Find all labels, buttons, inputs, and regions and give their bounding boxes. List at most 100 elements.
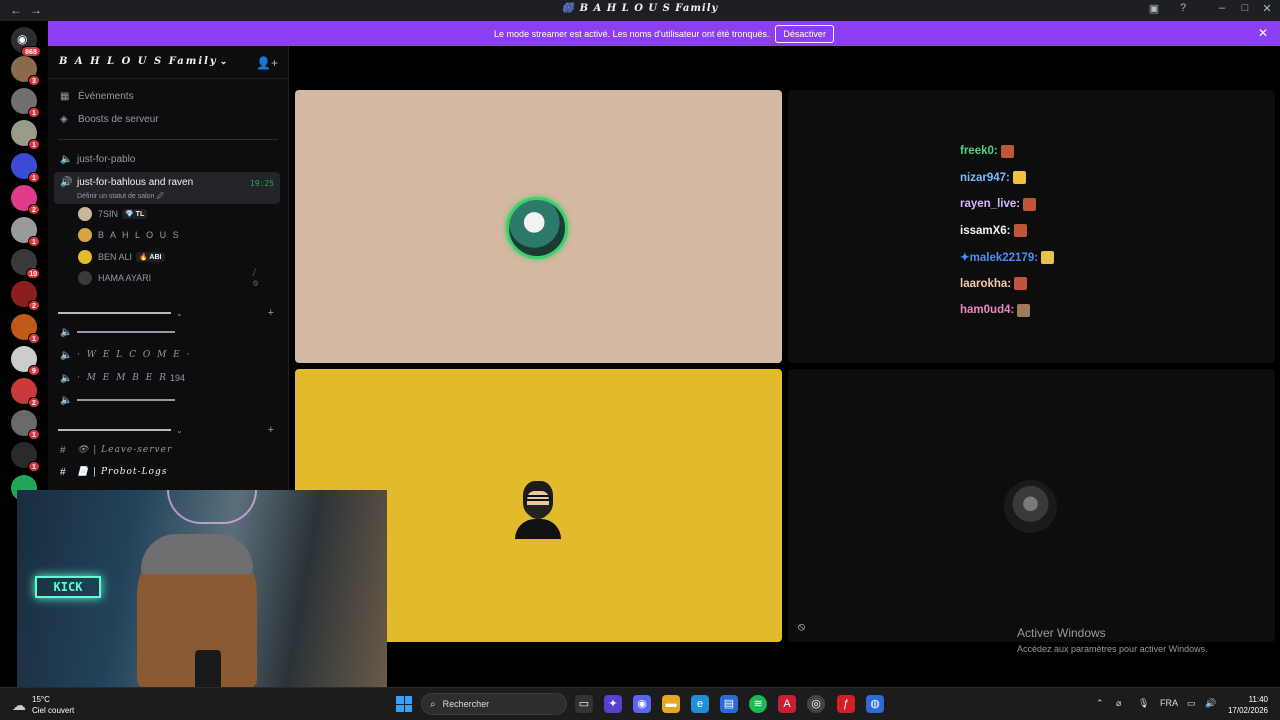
- events-label: Événements: [78, 91, 134, 102]
- server-icon[interactable]: 1: [11, 120, 40, 151]
- obs-icon[interactable]: ◎: [807, 695, 825, 713]
- chat-username: nizar947:: [960, 171, 1010, 184]
- app-blue-icon[interactable]: ◍: [866, 695, 884, 713]
- clock[interactable]: 11:40 17/02/2026: [1228, 694, 1268, 716]
- speaker-icon: 🔈: [60, 394, 73, 406]
- server-icon[interactable]: 1: [11, 217, 40, 247]
- task-view-icon[interactable]: ▭: [575, 695, 593, 713]
- chevron-down-icon: ⌄: [176, 425, 183, 435]
- voice-user-hama-ayari[interactable]: HAMA AYARI ⧸ ⦸: [78, 268, 258, 287]
- voice-channel-active[interactable]: 🔊 just-for-bahlous and raven Définir un …: [54, 172, 280, 204]
- add-channel-icon[interactable]: +: [268, 424, 274, 436]
- participant-tile-1[interactable]: [295, 90, 782, 363]
- chevron-down-icon: ⌄: [176, 308, 183, 318]
- server-name-header[interactable]: B A H L O U S Family ⌄: [59, 56, 227, 67]
- voice-channel-member[interactable]: 🔈 · M E M B E R 194: [54, 368, 280, 388]
- chat-line: ✦malek22179:: [960, 244, 1055, 271]
- network-off-icon[interactable]: ⌀: [1116, 698, 1121, 709]
- server-icon[interactable]: 1: [11, 442, 40, 473]
- server-icon[interactable]: 2: [11, 378, 40, 408]
- maximize-button[interactable]: □: [1237, 2, 1253, 14]
- server-icon[interactable]: 1: [11, 88, 40, 119]
- user-name: B A H L O U S: [98, 230, 181, 240]
- category-bar: [58, 312, 171, 314]
- disable-streamer-mode-button[interactable]: Désactiver: [775, 24, 834, 43]
- voice-user-7sin[interactable]: 7SIN 💎 TL: [78, 205, 148, 223]
- server-icon[interactable]: 2: [11, 184, 40, 215]
- channel-status[interactable]: Définir un statut de salon 🖉: [77, 192, 164, 203]
- voice-user-ben-ali[interactable]: BEN ALI 🔥 ABI: [78, 248, 165, 266]
- close-window-button[interactable]: ✕: [1259, 2, 1275, 15]
- edge-icon[interactable]: e: [691, 695, 709, 713]
- user-name: 7SIN: [98, 209, 119, 219]
- volume-icon[interactable]: 🔊: [1205, 698, 1216, 709]
- voice-channel-welcome[interactable]: 🔈 · W E L C O M E ·: [54, 345, 280, 365]
- language-indicator[interactable]: FRA: [1160, 698, 1178, 708]
- acrobat-icon[interactable]: A: [778, 695, 796, 713]
- help-icon[interactable]: ?: [1175, 2, 1191, 14]
- deafened-icon: ⦸: [798, 621, 806, 633]
- participant-tile-2[interactable]: freek0: nizar947: rayen_live: issamX6: ✦male…: [788, 90, 1275, 363]
- hashtag-icon: #: [60, 466, 66, 478]
- chat-line: laarokha:: [960, 271, 1054, 298]
- windows-taskbar: ☁ 15°C Ciel couvert ⌕ Rechercher ▭ ✦ ◉ ▬ …: [0, 687, 1280, 720]
- server-icon[interactable]: 10: [11, 249, 40, 280]
- file-explorer-icon[interactable]: ▬: [662, 695, 680, 713]
- user-tag: 🔥 ABI: [136, 252, 165, 262]
- display-icon[interactable]: ▭: [1187, 698, 1196, 709]
- server-boosts-menu-item[interactable]: ◈ Boosts de serveur: [60, 114, 159, 125]
- participant-tile-4[interactable]: ⦸: [788, 369, 1275, 642]
- user-name: HAMA AYARI: [98, 273, 152, 283]
- title-bar: ←→ 🎆 B A H L O U S Family ▣ ? – □ ✕: [0, 0, 1280, 21]
- chat-line: freek0:: [960, 138, 1054, 165]
- chat-line: ham0ud4:: [960, 297, 1054, 324]
- server-icon[interactable]: 1: [11, 152, 40, 183]
- add-channel-icon[interactable]: +: [268, 307, 274, 319]
- server-badge: 1: [28, 107, 40, 119]
- server-icon[interactable]: 3: [11, 56, 40, 86]
- calendar-icon: ▦: [60, 91, 70, 102]
- text-channel-leave-server[interactable]: # 👁 | Leave-server: [54, 440, 280, 460]
- server-icon[interactable]: 1: [11, 313, 40, 344]
- invite-people-icon[interactable]: 👤+: [256, 56, 278, 70]
- spotify-icon[interactable]: ≋: [749, 695, 767, 713]
- server-badge: 1: [28, 429, 40, 441]
- channel-label: just-for-pablo: [77, 153, 136, 165]
- category-divider-1[interactable]: ⌄ +: [58, 307, 278, 319]
- taskbar-search[interactable]: ⌕ Rechercher: [421, 693, 567, 715]
- app-red-icon[interactable]: ƒ: [837, 695, 855, 713]
- home-discord-icon[interactable]: ◉ 868: [11, 27, 41, 57]
- copilot-icon[interactable]: ✦: [604, 695, 622, 713]
- search-placeholder: Rechercher: [442, 699, 490, 709]
- temperature: 15°C: [32, 695, 50, 704]
- minimize-button[interactable]: –: [1214, 2, 1230, 14]
- chat-emote-icon: [1014, 277, 1028, 291]
- server-badge: 9: [28, 364, 40, 376]
- chat-emote-icon: [1012, 171, 1026, 185]
- category-divider-2[interactable]: ⌄ +: [58, 424, 278, 436]
- participant-avatar: [1004, 480, 1057, 533]
- weather-widget[interactable]: ☁ 15°C Ciel couvert: [12, 694, 74, 716]
- boost-icon: ◈: [60, 114, 68, 125]
- voice-user-bahlous[interactable]: B A H L O U S: [78, 226, 181, 244]
- microphone-icon[interactable]: 🎙: [1138, 698, 1149, 709]
- server-icon[interactable]: 2: [11, 281, 40, 312]
- server-icon[interactable]: 1: [11, 410, 40, 441]
- events-menu-item[interactable]: ▦ Événements: [60, 91, 134, 102]
- discord-taskbar-icon[interactable]: ◉: [633, 695, 651, 713]
- menu-divider: [58, 139, 278, 140]
- server-badge: 2: [28, 397, 40, 408]
- text-channel-probot-logs[interactable]: # 📄 | Probot-Logs: [54, 462, 280, 482]
- avatar: [78, 228, 92, 242]
- watermark-title: Activer Windows: [1017, 626, 1106, 640]
- server-icon[interactable]: 9: [11, 345, 40, 376]
- tray-chevron-icon[interactable]: ⌃: [1096, 698, 1104, 709]
- voice-channel-just-for-pablo[interactable]: 🔈 just-for-pablo: [54, 149, 280, 169]
- voice-channel-line-2[interactable]: 🔈: [54, 390, 280, 410]
- inbox-icon[interactable]: ▣: [1146, 2, 1162, 15]
- close-banner-icon[interactable]: ✕: [1258, 26, 1268, 40]
- webcam-overlay: KICK: [17, 490, 387, 687]
- voice-channel-line-1[interactable]: 🔈: [54, 322, 280, 342]
- windows-start-icon[interactable]: [396, 696, 412, 712]
- store-icon[interactable]: ▤: [720, 695, 738, 713]
